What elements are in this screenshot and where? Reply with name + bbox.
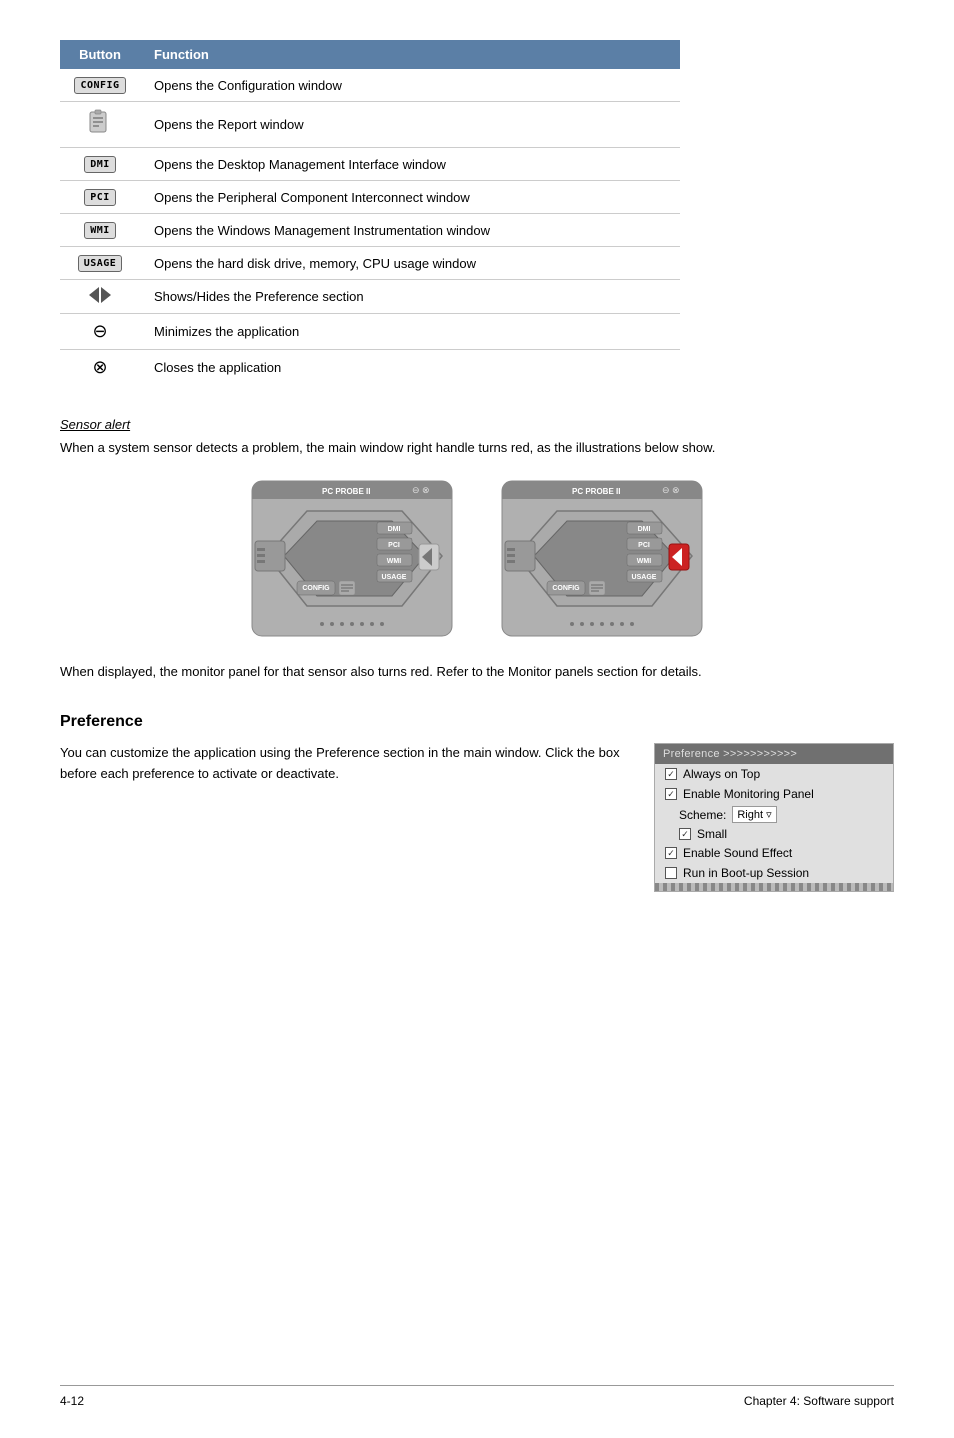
preference-checkbox[interactable] — [665, 847, 677, 859]
svg-text:CONFIG: CONFIG — [552, 585, 580, 592]
table-cell-function: Opens the Windows Management Instrumenta… — [140, 214, 680, 247]
pc-probe-normal: PC PROBE II ⊖ ⊗ — [247, 476, 457, 644]
table-row: PCI Opens the Peripheral Component Interc… — [60, 181, 680, 214]
pc-probe-normal-svg: PC PROBE II ⊖ ⊗ — [247, 476, 457, 641]
table-cell-button: PCI — [60, 181, 140, 214]
table-cell-function: Opens the hard disk drive, memory, CPU u… — [140, 247, 680, 280]
table-cell-button: WMI — [60, 214, 140, 247]
close-icon: ⊗ — [92, 357, 107, 378]
svg-text:USAGE: USAGE — [632, 574, 657, 581]
footer-page-number: 4-12 — [60, 1394, 84, 1408]
preference-item: Run in Boot-up Session — [655, 863, 893, 883]
preference-item-label: Small — [697, 827, 727, 841]
preference-item-label: Run in Boot-up Session — [683, 866, 809, 880]
table-cell-function: Opens the Report window — [140, 102, 680, 148]
button-badge: WMI — [84, 222, 116, 239]
report-button-icon — [86, 125, 114, 140]
table-cell-button: USAGE — [60, 247, 140, 280]
scheme-label: Scheme: — [679, 808, 726, 822]
arrow-left-icon — [89, 287, 99, 303]
table-cell-function: Shows/Hides the Preference section — [140, 280, 680, 314]
table-cell-button — [60, 102, 140, 148]
preference-scheme-row: Scheme: Right ▿ — [655, 804, 893, 825]
svg-text:USAGE: USAGE — [382, 574, 407, 581]
preference-item-label: Always on Top — [683, 767, 760, 781]
preference-section: Preference You can customize the applica… — [60, 713, 894, 892]
table-cell-function: Minimizes the application — [140, 314, 680, 350]
table-cell-button: ⊗ — [60, 350, 140, 386]
table-row: Shows/Hides the Preference section — [60, 280, 680, 314]
svg-text:CONFIG: CONFIG — [302, 585, 330, 592]
sensor-alert-description: When a system sensor detects a problem, … — [60, 438, 894, 458]
table-row: WMI Opens the Windows Management Instrume… — [60, 214, 680, 247]
svg-text:WMI: WMI — [637, 558, 651, 565]
button-badge: CONFIG — [74, 77, 125, 94]
svg-text:PCI: PCI — [388, 542, 400, 549]
table-row: DMI Opens the Desktop Management Interfac… — [60, 148, 680, 181]
table-cell-button: CONFIG — [60, 69, 140, 102]
preference-panel: Preference >>>>>>>>>>> Always on Top Ena… — [654, 743, 894, 892]
pc-probe-alert-svg: PC PROBE II ⊖ ⊗ DMI — [497, 476, 707, 641]
sensor-after-text: When displayed, the monitor panel for th… — [60, 662, 894, 682]
preference-content: You can customize the application using … — [60, 743, 894, 892]
footer-chapter: Chapter 4: Software support — [744, 1394, 894, 1408]
table-header-function: Function — [140, 40, 680, 69]
button-badge: PCI — [84, 189, 116, 206]
preference-item-label: Enable Monitoring Panel — [683, 787, 814, 801]
button-badge: DMI — [84, 156, 116, 173]
table-cell-function: Opens the Desktop Management Interface w… — [140, 148, 680, 181]
preference-description: You can customize the application using … — [60, 743, 624, 785]
preference-title: Preference — [60, 713, 894, 731]
preference-panel-header: Preference >>>>>>>>>>> — [655, 744, 893, 764]
arrows-icon — [89, 287, 111, 303]
table-cell-function: Opens the Configuration window — [140, 69, 680, 102]
table-header-button: Button — [60, 40, 140, 69]
svg-text:PC PROBE II: PC PROBE II — [572, 487, 620, 496]
sensor-images: PC PROBE II ⊖ ⊗ — [60, 476, 894, 644]
svg-text:PC PROBE II: PC PROBE II — [322, 487, 370, 496]
svg-text:DMI: DMI — [388, 526, 401, 533]
table-row: ⊗ Closes the application — [60, 350, 680, 386]
svg-text:⊖ ⊗: ⊖ ⊗ — [412, 485, 430, 495]
preference-item-label: Enable Sound Effect — [683, 846, 792, 860]
pc-probe-alert: PC PROBE II ⊖ ⊗ DMI — [497, 476, 707, 644]
preference-item: Enable Monitoring Panel — [655, 784, 893, 804]
preference-checkbox[interactable] — [665, 768, 677, 780]
sensor-alert-section: Sensor alert When a system sensor detect… — [60, 417, 894, 681]
page-footer: 4-12 Chapter 4: Software support — [60, 1385, 894, 1408]
preference-panel-bottom-bar — [655, 883, 893, 891]
svg-text:PCI: PCI — [638, 542, 650, 549]
table-row: USAGE Opens the hard disk drive, memory, … — [60, 247, 680, 280]
table-cell-button: DMI — [60, 148, 140, 181]
arrow-right-icon — [101, 287, 111, 303]
table-cell-button: ⊖ — [60, 314, 140, 350]
svg-text:DMI: DMI — [638, 526, 651, 533]
preference-checkbox[interactable] — [665, 867, 677, 879]
sensor-alert-title: Sensor alert — [60, 417, 894, 432]
button-function-table: Button Function CONFIG Opens the Configur… — [60, 40, 680, 385]
table-cell-function: Closes the application — [140, 350, 680, 386]
scheme-value[interactable]: Right ▿ — [732, 806, 776, 823]
svg-text:WMI: WMI — [387, 558, 401, 565]
table-row: CONFIG Opens the Configuration window — [60, 69, 680, 102]
table-row: ⊖ Minimizes the application — [60, 314, 680, 350]
preference-item: Enable Sound Effect — [655, 843, 893, 863]
page-content: Button Function CONFIG Opens the Configur… — [60, 40, 894, 892]
table-cell-function: Opens the Peripheral Component Interconn… — [140, 181, 680, 214]
preference-item: Always on Top — [655, 764, 893, 784]
table-cell-button — [60, 280, 140, 314]
preference-small-item: Small — [655, 825, 893, 843]
button-badge: USAGE — [78, 255, 123, 272]
preference-checkbox[interactable] — [665, 788, 677, 800]
minimize-icon: ⊖ — [92, 321, 107, 342]
svg-text:⊖ ⊗: ⊖ ⊗ — [662, 485, 680, 495]
table-row: Opens the Report window — [60, 102, 680, 148]
preference-checkbox[interactable] — [679, 828, 691, 840]
